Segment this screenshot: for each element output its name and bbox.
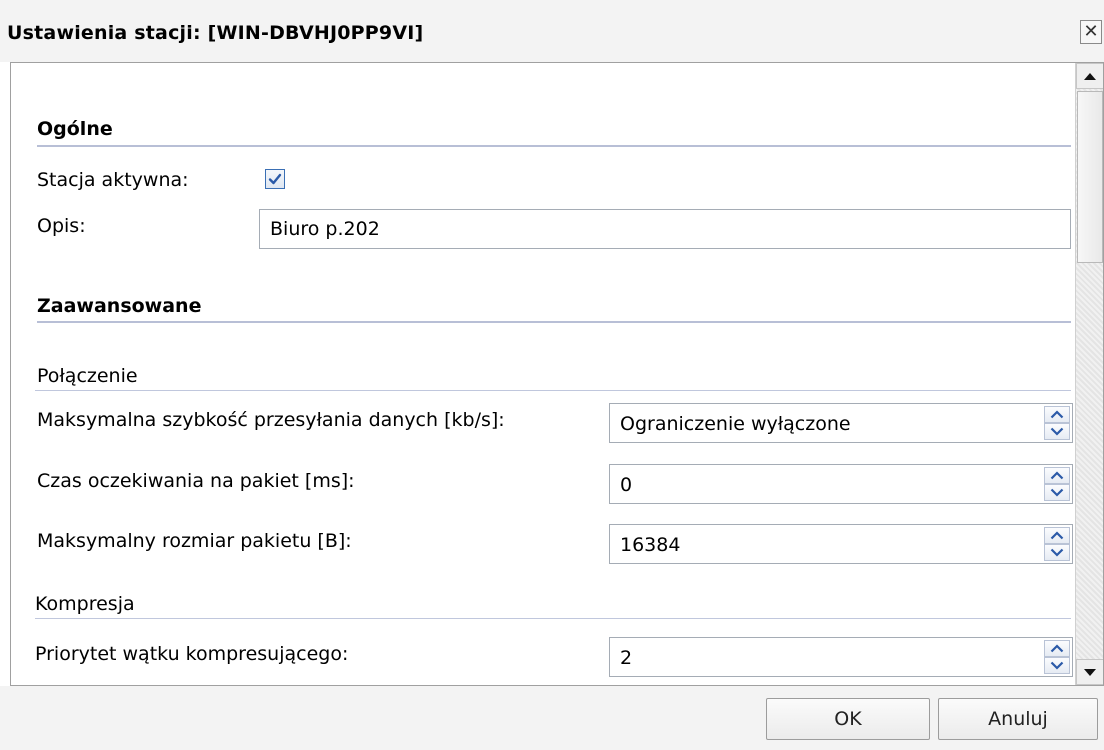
max-transfer-rate-value: Ograniczenie wyłączone — [620, 413, 851, 435]
title-bar: Ustawienia stacji: [WIN-DBVHJ0PP9VI] ✕ — [0, 0, 1104, 62]
chevron-down-icon — [1050, 427, 1064, 436]
arrow-down-icon — [1084, 668, 1096, 676]
section-divider-general — [37, 145, 1071, 147]
chevron-up-icon — [1050, 410, 1064, 419]
packet-timeout-stepper[interactable]: 0 — [609, 464, 1073, 504]
stepper-up-button[interactable] — [1044, 467, 1070, 484]
max-packet-size-stepper[interactable]: 16384 — [609, 524, 1073, 564]
compression-thread-priority-stepper[interactable]: 2 — [609, 637, 1073, 677]
subsection-title-connection: Połączenie — [37, 365, 138, 387]
chevron-down-icon — [1050, 488, 1064, 497]
stepper-arrows — [1044, 640, 1070, 674]
description-input[interactable]: Biuro p.202 — [259, 209, 1071, 249]
subsection-title-compression: Kompresja — [35, 593, 135, 615]
max-packet-size-value: 16384 — [620, 534, 681, 556]
chevron-up-icon — [1050, 644, 1064, 653]
scrollbar-thumb[interactable] — [1077, 91, 1103, 263]
vertical-scrollbar[interactable] — [1075, 63, 1103, 685]
compression-thread-priority-label: Priorytet wątku kompresującego: — [35, 643, 349, 665]
packet-timeout-value: 0 — [620, 474, 633, 496]
subsection-divider-connection — [35, 390, 1071, 391]
chevron-up-icon — [1050, 531, 1064, 540]
active-station-checkbox[interactable] — [265, 169, 285, 189]
scroll-down-button[interactable] — [1076, 659, 1103, 685]
subsection-divider-compression — [35, 618, 1071, 619]
scroll-up-button[interactable] — [1076, 63, 1103, 89]
stepper-arrows — [1044, 406, 1070, 440]
checkmark-icon — [268, 173, 282, 185]
stepper-down-button[interactable] — [1044, 423, 1070, 440]
stepper-up-button[interactable] — [1044, 527, 1070, 544]
chevron-up-icon — [1050, 471, 1064, 480]
section-title-general: Ogólne — [37, 118, 113, 140]
packet-timeout-label: Czas oczekiwania na pakiet [ms]: — [37, 470, 355, 492]
window-title: Ustawienia stacji: [WIN-DBVHJ0PP9VI] — [7, 22, 424, 44]
settings-panel: Ogólne Stacja aktywna: Opis: Biuro p.202… — [10, 62, 1104, 686]
section-divider-advanced — [37, 321, 1071, 323]
settings-scroll-area: Ogólne Stacja aktywna: Opis: Biuro p.202… — [11, 63, 1075, 685]
max-transfer-rate-stepper[interactable]: Ograniczenie wyłączone — [609, 403, 1073, 443]
cancel-button[interactable]: Anuluj — [938, 698, 1098, 740]
arrow-up-icon — [1084, 72, 1096, 80]
stepper-down-button[interactable] — [1044, 657, 1070, 674]
chevron-down-icon — [1050, 661, 1064, 670]
stepper-down-button[interactable] — [1044, 544, 1070, 561]
ok-button[interactable]: OK — [766, 698, 930, 740]
section-title-advanced: Zaawansowane — [37, 295, 202, 317]
stepper-down-button[interactable] — [1044, 484, 1070, 501]
close-icon: ✕ — [1083, 21, 1099, 42]
stepper-up-button[interactable] — [1044, 406, 1070, 423]
max-transfer-rate-label: Maksymalna szybkość przesyłania danych [… — [37, 409, 505, 431]
description-label: Opis: — [37, 215, 86, 237]
max-packet-size-label: Maksymalny rozmiar pakietu [B]: — [37, 530, 352, 552]
stepper-arrows — [1044, 467, 1070, 501]
chevron-down-icon — [1050, 548, 1064, 557]
stepper-up-button[interactable] — [1044, 640, 1070, 657]
close-button[interactable]: ✕ — [1080, 20, 1102, 44]
stepper-arrows — [1044, 527, 1070, 561]
dialog-footer: OK Anuluj — [0, 686, 1104, 750]
active-station-label: Stacja aktywna: — [37, 169, 189, 191]
compression-thread-priority-value: 2 — [620, 647, 633, 669]
